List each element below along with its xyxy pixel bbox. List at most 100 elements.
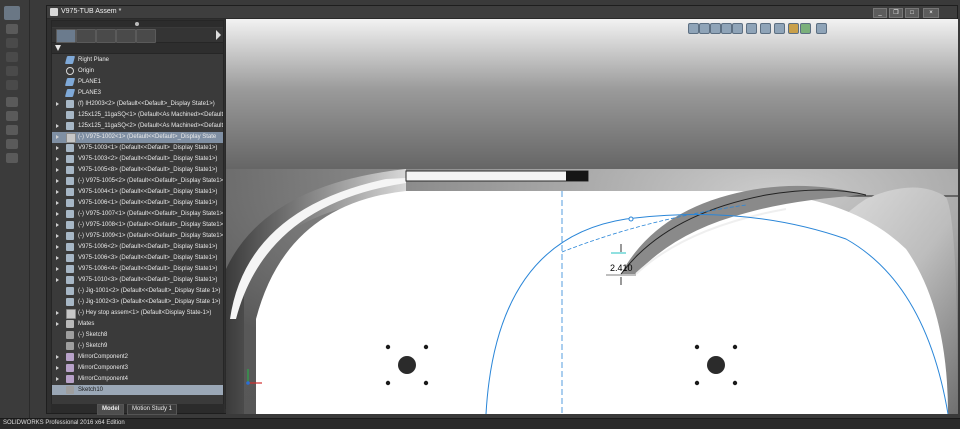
panel-grip[interactable] [52, 21, 223, 27]
part-icon [66, 155, 74, 163]
apply-scene-icon[interactable] [800, 23, 811, 34]
tree-item-label: (-) Hey stop assem<1> (Default<Display S… [78, 310, 212, 316]
dimension-value[interactable]: 2.410 [610, 263, 633, 273]
assembly-tools-icon[interactable] [4, 6, 20, 20]
expand-arrow-icon[interactable] [56, 157, 59, 161]
expand-arrow-icon[interactable] [56, 245, 59, 249]
tree-item[interactable]: (-) V975-1008<1> (Default<<Default>_Disp… [52, 220, 223, 231]
hide-show-icon[interactable] [774, 23, 785, 34]
zoom-area-icon[interactable] [699, 23, 710, 34]
expand-arrow-icon[interactable] [56, 322, 59, 326]
configuration-manager-tab-icon[interactable] [96, 29, 116, 43]
window-maximize-button[interactable]: □ [905, 8, 919, 18]
window-close-button[interactable]: × [923, 8, 939, 18]
edit-appearance-icon[interactable] [788, 23, 799, 34]
dimxpert-manager-tab-icon[interactable] [116, 29, 136, 43]
tree-filter[interactable] [52, 43, 223, 54]
tree-item[interactable]: V975-1003<2> (Default<<Default>_Display … [52, 154, 223, 165]
window-minimize-button[interactable]: _ [873, 8, 887, 18]
tree-item[interactable]: Right Plane [52, 55, 223, 66]
reference-geometry-icon[interactable] [6, 125, 18, 135]
tree-item[interactable]: (-) Sketch8 [52, 330, 223, 341]
tree-item-label: Origin [78, 68, 95, 74]
mates-icon [66, 320, 74, 328]
tree-item[interactable]: V975-1005<8> (Default<<Default>_Display … [52, 165, 223, 176]
expand-arrow-icon[interactable] [56, 124, 59, 128]
model-view[interactable]: 2.410 [226, 19, 958, 414]
tree-item[interactable]: MirrorComponent2 [52, 352, 223, 363]
tree-item[interactable]: V975-1006<3> (Default<<Default>_Display … [52, 253, 223, 264]
dynamic-annotation-icon[interactable] [732, 23, 743, 34]
tree-item[interactable]: (-) Hey stop assem<1> (Default<Display S… [52, 308, 223, 319]
expand-arrow-icon[interactable] [56, 366, 59, 370]
tree-item[interactable]: V975-1006<4> (Default<<Default>_Display … [52, 264, 223, 275]
expand-arrow-icon[interactable] [56, 234, 59, 238]
tree-item[interactable]: (-) Jig-1002<3> (Default<<Default>_Displ… [52, 297, 223, 308]
tree-item[interactable]: V975-1010<3> (Default<<Default>_Display … [52, 275, 223, 286]
expand-arrow-icon[interactable] [56, 102, 59, 106]
command-manager-strip [0, 0, 30, 418]
tree-item[interactable]: MirrorComponent3 [52, 363, 223, 374]
tree-item-label: MirrorComponent3 [78, 365, 129, 371]
new-motion-study-icon[interactable] [6, 139, 18, 149]
expand-arrow-icon[interactable] [56, 201, 59, 205]
tree-item[interactable]: V975-1003<1> (Default<<Default>_Display … [52, 143, 223, 154]
bill-of-materials-icon[interactable] [6, 153, 18, 163]
tree-item[interactable]: Mates [52, 319, 223, 330]
linear-pattern-icon[interactable] [6, 52, 18, 62]
expand-arrow-icon[interactable] [56, 179, 59, 183]
mate-icon[interactable] [6, 38, 18, 48]
move-component-icon[interactable] [6, 80, 18, 90]
display-manager-tab-icon[interactable] [136, 29, 156, 43]
expand-arrow-icon[interactable] [56, 212, 59, 216]
property-manager-tab-icon[interactable] [76, 29, 96, 43]
tree-item[interactable]: Origin [52, 66, 223, 77]
expand-arrow-icon[interactable] [56, 135, 59, 139]
tab-motion-study-1[interactable]: Motion Study 1 [127, 404, 178, 415]
expand-arrow-icon[interactable] [56, 278, 59, 282]
expand-arrow-icon[interactable] [56, 256, 59, 260]
tree-item[interactable]: PLANE3 [52, 88, 223, 99]
previous-view-icon[interactable] [710, 23, 721, 34]
display-style-icon[interactable] [760, 23, 771, 34]
view-orientation-icon[interactable] [746, 23, 757, 34]
tree-item[interactable]: (-) V975-1005<2> (Default<<Default>_Disp… [52, 176, 223, 187]
feature-manager-tab-icon[interactable] [56, 29, 76, 43]
tree-item[interactable]: (-) V975-1007<1> (Default<<Default>_Disp… [52, 209, 223, 220]
tree-item[interactable]: (-) Sketch9 [52, 341, 223, 352]
expand-arrow-icon[interactable] [56, 355, 59, 359]
insert-component-icon[interactable] [6, 24, 18, 34]
tree-item[interactable]: 125x125_11gaSQ<1> (Default<As Machined><… [52, 110, 223, 121]
assembly-features-icon[interactable] [6, 111, 18, 121]
zoom-to-fit-icon[interactable] [688, 23, 699, 34]
tree-item[interactable]: V975-1006<2> (Default<<Default>_Display … [52, 242, 223, 253]
expand-arrow-icon[interactable] [56, 223, 59, 227]
bar-stock-end [566, 171, 588, 181]
expand-arrow-icon[interactable] [56, 168, 59, 172]
graphics-area[interactable]: 2.410 [226, 19, 958, 414]
tree-item[interactable]: (-) Jig-1001<2> (Default<<Default>_Displ… [52, 286, 223, 297]
expand-arrow-icon[interactable] [56, 267, 59, 271]
view-settings-icon[interactable] [816, 23, 827, 34]
expand-arrow-icon[interactable] [56, 146, 59, 150]
tree-item[interactable]: (-) V975-1002<1> (Default<<Default>_Disp… [52, 132, 223, 143]
expand-arrow-icon[interactable] [56, 377, 59, 381]
tab-model[interactable]: Model [97, 404, 125, 415]
expand-panel-icon[interactable] [216, 30, 221, 40]
tree-item[interactable]: V975-1004<1> (Default<<Default>_Display … [52, 187, 223, 198]
smart-fasteners-icon[interactable] [6, 66, 18, 76]
tree-item[interactable]: (-) V975-1009<1> (Default<<Default>_Disp… [52, 231, 223, 242]
window-restore-button[interactable]: ❐ [889, 8, 903, 18]
sketch-point[interactable] [628, 216, 634, 222]
tree-item[interactable]: Sketch10 [52, 385, 223, 395]
expand-arrow-icon[interactable] [56, 190, 59, 194]
section-view-icon[interactable] [721, 23, 732, 34]
origin-icon [66, 67, 74, 75]
tree-item[interactable]: MirrorComponent4 [52, 374, 223, 385]
expand-arrow-icon[interactable] [56, 311, 59, 315]
tree-item[interactable]: PLANE1 [52, 77, 223, 88]
tree-item[interactable]: V975-1006<1> (Default<<Default>_Display … [52, 198, 223, 209]
show-hidden-icon[interactable] [6, 97, 18, 107]
tree-item[interactable]: 125x125_11gaSQ<2> (Default<As Machined><… [52, 121, 223, 132]
tree-item[interactable]: (f) IH2003<2> (Default<<Default>_Display… [52, 99, 223, 110]
